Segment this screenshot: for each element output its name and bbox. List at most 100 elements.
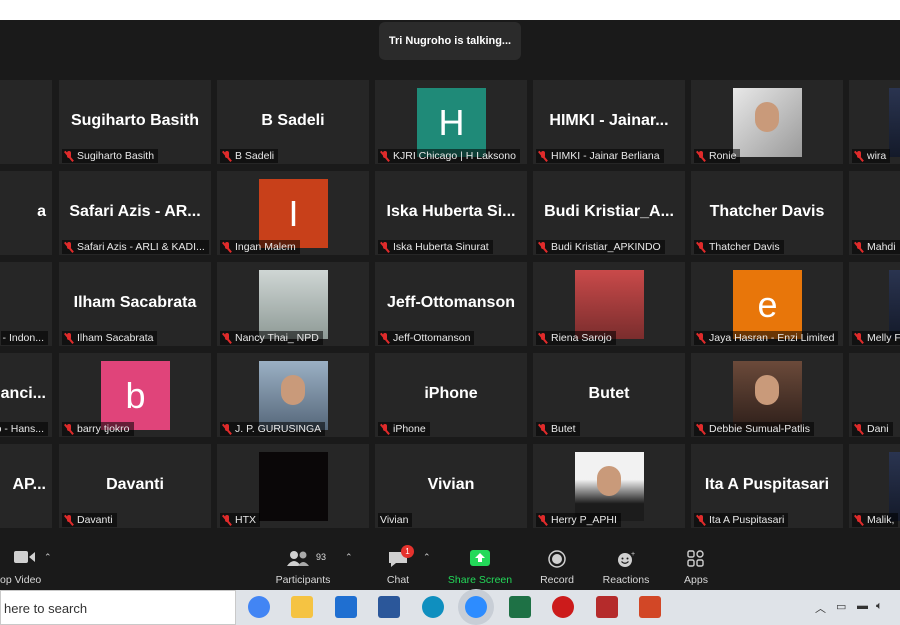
participant-name-label: Herry P_APHI: [536, 513, 621, 527]
participant-tile[interactable]: Nancy Thai_ NPD: [217, 262, 369, 346]
microphone-muted-icon: [64, 423, 74, 435]
participant-tile[interactable]: Budi Kristiar_A... Budi Kristiar_APKINDO: [533, 171, 685, 255]
record-button[interactable]: Record: [534, 540, 580, 590]
participant-tile[interactable]: Sugiharto Basith Sugiharto Basith: [59, 80, 211, 164]
chat-options-chevron-icon[interactable]: ⌃: [423, 552, 431, 563]
participant-tile[interactable]: Jeff-Ottomanson Jeff-Ottomanson: [375, 262, 527, 346]
participant-tile[interactable]: Melly F: [849, 262, 900, 346]
face-shape: [755, 375, 779, 405]
participant-tile[interactable]: HIMKI - Jainar... HIMKI - Jainar Berliana: [533, 80, 685, 164]
participant-tile[interactable]: Ilham Sacabrata Ilham Sacabrata: [59, 262, 211, 346]
mail-icon[interactable]: [335, 596, 357, 618]
stop-video-button[interactable]: op Video: [0, 540, 50, 590]
participant-tile[interactable]: iPhone iPhone: [375, 353, 527, 437]
participant-name-label: iPhone: [378, 422, 430, 436]
participant-tile[interactable]: b barry tjokro: [59, 353, 211, 437]
reactions-button[interactable]: + Reactions: [598, 540, 654, 590]
participant-tile[interactable]: a: [0, 171, 52, 255]
powerpoint-icon[interactable]: [639, 596, 661, 618]
chat-button[interactable]: 1 Chat: [378, 540, 418, 590]
excel-icon[interactable]: [509, 596, 531, 618]
participant-tile[interactable]: Riena Sarojo: [533, 262, 685, 346]
participant-name-label: Riena Sarojo: [536, 331, 616, 345]
participant-tile[interactable]: H KJRI Chicago | H Laksono: [375, 80, 527, 164]
participant-tile[interactable]: B Sadeli B Sadeli: [217, 80, 369, 164]
participant-name-label: Nancy Thai_ NPD: [220, 331, 323, 345]
participant-tile[interactable]: e Jaya Hasran - Enzi Limited: [691, 262, 843, 346]
face-shape: [281, 375, 305, 405]
participant-name-label: Jaya Hasran - Enzi Limited: [694, 331, 839, 345]
participant-display-name: AP...: [12, 476, 47, 493]
participant-avatar: b: [101, 361, 170, 430]
zoom-icon[interactable]: [465, 596, 487, 618]
participant-photo: [575, 270, 644, 339]
participant-name-text: Jaya Hasran - Enzi Limited: [709, 332, 835, 344]
participant-tile[interactable]: AP...: [0, 444, 52, 528]
video-options-chevron-icon[interactable]: ⌃: [44, 552, 52, 563]
share-screen-button[interactable]: Share Screen: [445, 540, 515, 590]
participant-name-label: wira: [852, 149, 891, 163]
participant-display-name: iPhone: [424, 385, 478, 402]
participant-avatar: H: [417, 88, 486, 157]
participant-tile[interactable]: Safari Azis - AR... Safari Azis - ARLI & …: [59, 171, 211, 255]
participant-tile[interactable]: [0, 80, 52, 164]
participant-tile[interactable]: J. P. GURUSINGA: [217, 353, 369, 437]
participant-display-name: Jeff-Ottomanson: [387, 294, 515, 311]
word-icon[interactable]: [378, 596, 400, 618]
participants-button[interactable]: 93 Participants: [268, 540, 338, 590]
volume-icon[interactable]: 🔈︎: [876, 600, 883, 613]
participant-tile[interactable]: Thatcher Davis Thatcher Davis: [691, 171, 843, 255]
participant-display-name: Vivian: [427, 476, 475, 493]
chat-unread-badge: 1: [401, 545, 414, 558]
apps-button[interactable]: Apps: [678, 540, 714, 590]
display-icon[interactable]: ▭: [836, 600, 846, 613]
participant-tile[interactable]: wira: [849, 80, 900, 164]
participant-name-text: B Sadeli: [235, 150, 275, 162]
opera-icon[interactable]: [552, 596, 574, 618]
participant-tile[interactable]: Ronie: [691, 80, 843, 164]
participant-photo: [259, 361, 328, 430]
participant-tile[interactable]: Davanti Davanti: [59, 444, 211, 528]
participant-tile[interactable]: - Indon...: [0, 262, 52, 346]
edge-icon[interactable]: [422, 596, 444, 618]
participant-tile[interactable]: I Ingan Malem: [217, 171, 369, 255]
participant-display-name: Davanti: [106, 476, 164, 493]
taskbar-search-box[interactable]: here to search: [0, 590, 236, 625]
participant-display-name: a: [37, 203, 46, 220]
participant-tile[interactable]: Iska Huberta Si... Iska Huberta Sinurat: [375, 171, 527, 255]
participant-tile[interactable]: anci... o - Hans...: [0, 353, 52, 437]
participant-tile[interactable]: Dani: [849, 353, 900, 437]
participant-name-label: Malik,: [852, 513, 899, 527]
microphone-muted-icon: [696, 332, 706, 344]
participant-name-label: KJRI Chicago | H Laksono: [378, 149, 520, 163]
meeting-stage: Tri Nugroho is talking... Sugiharto Basi…: [0, 20, 900, 540]
battery-icon[interactable]: ▬: [857, 600, 868, 612]
participant-tile[interactable]: Malik,: [849, 444, 900, 528]
participant-name-label: Melly F: [852, 331, 900, 345]
file-explorer-icon[interactable]: [291, 596, 313, 618]
participant-name-label: B Sadeli: [220, 149, 279, 163]
participant-tile[interactable]: Ita A Puspitasari Ita A Puspitasari: [691, 444, 843, 528]
microphone-muted-icon: [380, 150, 390, 162]
participant-name-text: - Indon...: [2, 332, 44, 344]
participant-name-label: Mahdi: [852, 240, 900, 254]
participants-options-chevron-icon[interactable]: ⌃: [345, 552, 353, 563]
participant-name-label: o - Hans...: [0, 422, 48, 436]
participant-tile[interactable]: Butet Butet: [533, 353, 685, 437]
participant-tile[interactable]: HTX: [217, 444, 369, 528]
participant-tile[interactable]: Vivian Vivian: [375, 444, 527, 528]
participant-tile[interactable]: Debbie Sumual-Patlis: [691, 353, 843, 437]
participant-avatar: e: [733, 270, 802, 339]
app-icon[interactable]: [596, 596, 618, 618]
microphone-muted-icon: [538, 332, 548, 344]
face-shape: [597, 466, 621, 496]
microphone-muted-icon: [854, 241, 864, 253]
participant-photo: [259, 270, 328, 339]
participant-name-text: Debbie Sumual-Patlis: [709, 423, 810, 435]
microphone-muted-icon: [696, 514, 706, 526]
chevron-up-icon[interactable]: ︿: [815, 600, 826, 616]
microphone-muted-icon: [222, 423, 232, 435]
chrome-icon[interactable]: [248, 596, 270, 618]
participant-tile[interactable]: Herry P_APHI: [533, 444, 685, 528]
participant-tile[interactable]: Mahdi: [849, 171, 900, 255]
